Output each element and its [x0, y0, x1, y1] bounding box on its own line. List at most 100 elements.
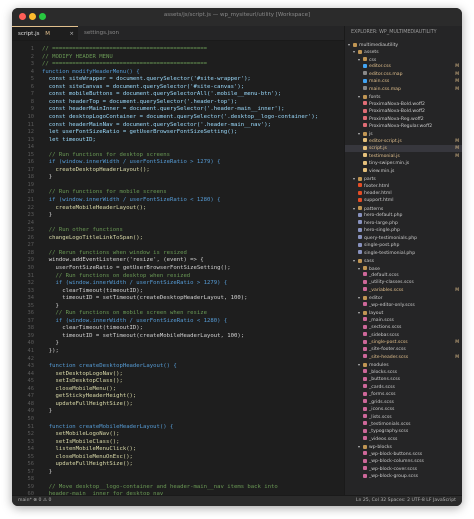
tree-file[interactable]: view.min.js	[345, 168, 462, 175]
tree-file[interactable]: _blocks.scss	[345, 369, 462, 376]
tree-file[interactable]: ProximaNova-Bold.woff2	[345, 101, 462, 108]
code-line[interactable]: // Run functions on desktop when resized	[42, 273, 190, 279]
tree-file[interactable]: support.html	[345, 197, 462, 204]
code-line[interactable]: clearTimeout(timeoutID);	[42, 288, 143, 294]
code-line[interactable]: // Run other functions	[42, 227, 123, 233]
code-line[interactable]: // MODIFY HEADER MENU	[42, 54, 113, 60]
code-area[interactable]: // =====================================…	[42, 41, 344, 496]
tab-script-js[interactable]: script.js M ×	[12, 26, 78, 40]
tree-file[interactable]: hero-single.php	[345, 227, 462, 234]
code-line[interactable]: }	[42, 408, 52, 414]
tree-folder[interactable]: ▾ layout	[345, 309, 462, 316]
tree-folder[interactable]: ▾ assets	[345, 48, 462, 55]
code-line[interactable]: changeLogoTitleLinkToSpan();	[42, 235, 143, 241]
code-line[interactable]: const headerMainNav = document.querySele…	[42, 122, 271, 128]
status-right[interactable]: Ln 25, Col 32 Spaces: 2 UTF-8 LF JavaScr…	[356, 496, 456, 506]
tree-folder[interactable]: ▾ parts	[345, 175, 462, 182]
code-line[interactable]: // Move desktop__logo-container and head…	[42, 484, 278, 490]
code-line[interactable]: function createMobileHeaderLayout() {	[42, 424, 174, 430]
tree-file[interactable]: _cards.scss	[345, 384, 462, 391]
code-line[interactable]: function modifyHeaderMenu() {	[42, 69, 140, 75]
code-line[interactable]: // Run functions for mobile screens	[42, 189, 167, 195]
code-line[interactable]: // Run functions on mobile screen when r…	[42, 310, 207, 316]
tree-file[interactable]: _variables.scss M	[345, 287, 462, 294]
tree-file[interactable]: single-testimonial.php	[345, 250, 462, 257]
tree-file[interactable]: _sidebar.scss	[345, 332, 462, 339]
tree-file[interactable]: footer.html	[345, 183, 462, 190]
tree-folder[interactable]: ▾ js	[345, 130, 462, 137]
tree-file[interactable]: _lists.scss	[345, 414, 462, 421]
tree-file[interactable]: _site-header.scss M	[345, 354, 462, 361]
code-editor[interactable]: 1 2 3 4 5 6 7 8 9 10 11 12 13 14 15 16 17 18 19 20 21 22 23 24 2…	[12, 41, 344, 496]
code-line[interactable]: }	[42, 303, 58, 309]
tree-file[interactable]: _wp-block-cover.scss	[345, 466, 462, 473]
code-line[interactable]: // =====================================…	[42, 46, 207, 52]
code-line[interactable]: setMobileLogoNav();	[42, 431, 119, 437]
code-line[interactable]: updateFullHeightSize();	[42, 401, 132, 407]
code-line[interactable]: // =====================================…	[42, 61, 207, 67]
code-line[interactable]: });	[42, 348, 59, 354]
tree-file[interactable]: hero-large.php	[345, 220, 462, 227]
tree-file[interactable]: header.html	[345, 190, 462, 197]
tree-file[interactable]: ProximaNova-Regular.woff2	[345, 123, 462, 130]
code-line[interactable]: setDesktopLogoNav();	[42, 371, 122, 377]
tree-folder[interactable]: ▾ css	[345, 56, 462, 63]
tree-file[interactable]: _typography.scss	[345, 428, 462, 435]
tree-file[interactable]: _icons.scss	[345, 406, 462, 413]
code-line[interactable]: // Run functions for desktop screens	[42, 152, 170, 158]
tree-file[interactable]: _default.scss	[345, 272, 462, 279]
code-line[interactable]: closeMobileMenu();	[42, 386, 116, 392]
code-line[interactable]: if (window.innerWidth / userFontSizeRati…	[42, 197, 221, 203]
code-line[interactable]: }	[42, 469, 52, 475]
code-line[interactable]: const siteCanvas = document.querySelecto…	[42, 84, 244, 90]
tree-folder[interactable]: ▾ editor	[345, 294, 462, 301]
tree-file[interactable]: script.js M	[345, 145, 462, 153]
tree-file[interactable]: _wp-editor-only.scss	[345, 302, 462, 309]
tree-file[interactable]: _wp-block-buttons.scss	[345, 451, 462, 458]
tab-settings-json[interactable]: settings.json	[78, 26, 148, 40]
tree-file[interactable]: testimonial.js M	[345, 153, 462, 160]
code-line[interactable]: const desktopLogoContainer = document.qu…	[42, 114, 318, 120]
code-line[interactable]: createDesktopHeaderLayout();	[42, 167, 149, 173]
code-line[interactable]: let timeoutID;	[42, 137, 96, 143]
close-tab-icon[interactable]: ×	[69, 27, 74, 41]
code-line[interactable]: listenMobileMenuClick();	[42, 446, 136, 452]
tree-file[interactable]: _utility-classes.scss	[345, 279, 462, 286]
tree-file[interactable]: editor-script.js M	[345, 138, 462, 145]
code-line[interactable]: }	[42, 174, 52, 180]
tree-file[interactable]: editor.css M	[345, 63, 462, 70]
code-line[interactable]: let userFontSizeRatio = getUserBrowserFo…	[42, 129, 238, 135]
code-line[interactable]: window.addEventListener('resize', (event…	[42, 257, 204, 263]
code-line[interactable]: const mobileButtons = document.querySele…	[42, 91, 281, 97]
code-line[interactable]: setIsMobileClass();	[42, 439, 119, 445]
code-line[interactable]: createMobileHeaderLayout();	[42, 205, 146, 211]
status-left[interactable]: main* ⊗ 0 ⚠ 0	[18, 496, 51, 506]
tree-file[interactable]: ProximaNova-Bold.woff2	[345, 108, 462, 115]
code-line[interactable]: setIsDesktopClass();	[42, 378, 122, 384]
tree-file[interactable]: _videos.scss	[345, 436, 462, 443]
code-line[interactable]: closeMobileMenuOnEsc();	[42, 454, 132, 460]
code-line[interactable]: timeoutID = setTimeout(createMobileHeade…	[42, 333, 244, 339]
code-line[interactable]: getStickyHeaderHeight();	[42, 393, 136, 399]
code-line[interactable]: if (window.innerWidth / userFontSizeRati…	[42, 318, 227, 324]
tree-folder[interactable]: ▾ fonts	[345, 93, 462, 100]
tree-file[interactable]: main.css.map M	[345, 86, 462, 93]
tree-folder[interactable]: ▾ modules	[345, 361, 462, 368]
tree-folder[interactable]: ▾ base	[345, 265, 462, 272]
tree-file[interactable]: _wp-block-columns.scss	[345, 458, 462, 465]
tree-file[interactable]: _buttons.scss	[345, 376, 462, 383]
tree-file[interactable]: tiny-swiper.min.js	[345, 160, 462, 167]
code-line[interactable]: const headerTop = document.querySelector…	[42, 99, 238, 105]
tree-file[interactable]: hero-default.php	[345, 212, 462, 219]
code-line[interactable]: updateFullHeightSize();	[42, 461, 132, 467]
tree-folder[interactable]: ▾ sass	[345, 257, 462, 264]
tree-file[interactable]: main.css M	[345, 78, 462, 85]
code-line[interactable]: }	[42, 340, 58, 346]
code-line[interactable]: }	[42, 212, 52, 218]
code-line[interactable]: timeoutID = setTimeout(createDesktopHead…	[42, 295, 247, 301]
code-line[interactable]: // Rerun functions when window is resize…	[42, 250, 187, 256]
tree-file[interactable]: _wp-block-group.scss	[345, 473, 462, 480]
tree-file[interactable]: _grids.scss	[345, 399, 462, 406]
tree-folder[interactable]: ▾ wp-blocks	[345, 443, 462, 450]
code-line[interactable]: const siteWrapper = document.querySelect…	[42, 76, 251, 82]
